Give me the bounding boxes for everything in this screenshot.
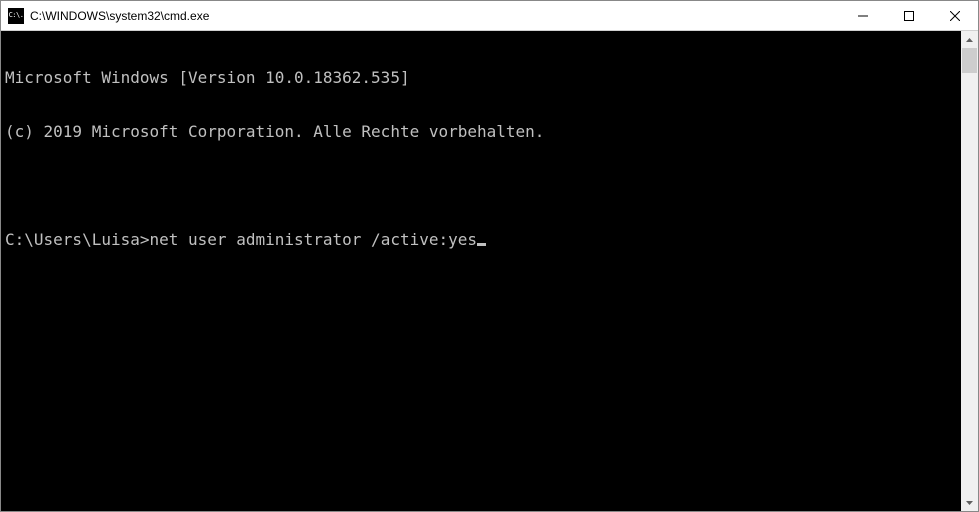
scroll-up-button[interactable] xyxy=(961,31,978,48)
terminal-copyright-line: (c) 2019 Microsoft Corporation. Alle Rec… xyxy=(5,123,961,141)
terminal-prompt-line: C:\Users\Luisa>net user administrator /a… xyxy=(5,231,961,249)
window-title: C:\WINDOWS\system32\cmd.exe xyxy=(30,9,840,23)
terminal-cursor xyxy=(477,243,486,246)
terminal-prompt: C:\Users\Luisa> xyxy=(5,230,150,249)
chevron-up-icon xyxy=(966,38,973,42)
window-controls xyxy=(840,1,978,30)
chevron-down-icon xyxy=(966,501,973,505)
close-icon xyxy=(950,11,960,21)
terminal-blank-line xyxy=(5,177,961,195)
vertical-scrollbar[interactable] xyxy=(961,31,978,511)
maximize-button[interactable] xyxy=(886,1,932,30)
terminal-output[interactable]: Microsoft Windows [Version 10.0.18362.53… xyxy=(1,31,961,511)
scroll-thumb[interactable] xyxy=(962,48,977,73)
scroll-down-button[interactable] xyxy=(961,494,978,511)
terminal-header-line: Microsoft Windows [Version 10.0.18362.53… xyxy=(5,69,961,87)
cmd-icon: C:\. xyxy=(8,8,24,24)
titlebar[interactable]: C:\. C:\WINDOWS\system32\cmd.exe xyxy=(1,1,978,31)
client-area: Microsoft Windows [Version 10.0.18362.53… xyxy=(1,31,978,511)
maximize-icon xyxy=(904,11,914,21)
close-button[interactable] xyxy=(932,1,978,30)
minimize-icon xyxy=(858,11,868,21)
minimize-button[interactable] xyxy=(840,1,886,30)
scroll-track[interactable] xyxy=(961,48,978,494)
terminal-command: net user administrator /active:yes xyxy=(150,230,478,249)
